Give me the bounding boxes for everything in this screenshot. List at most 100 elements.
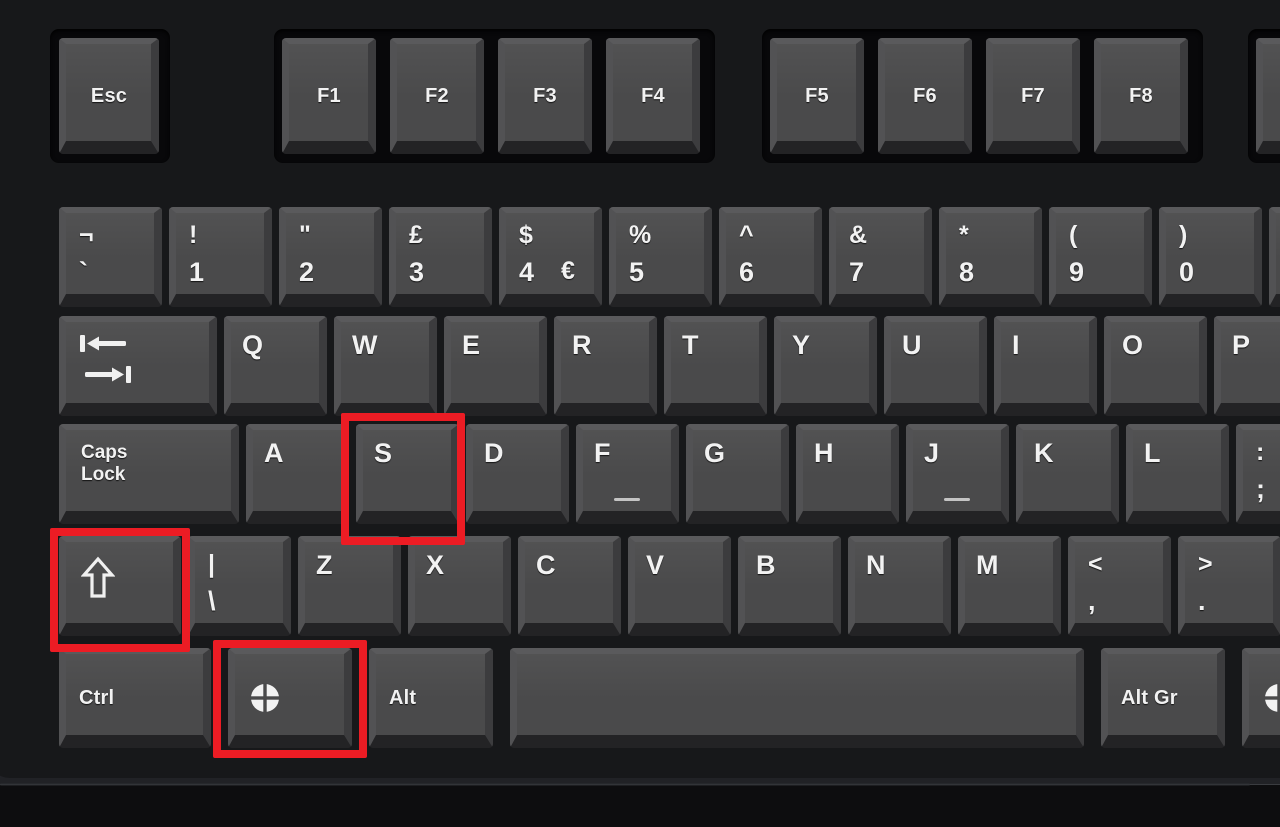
key-9-shifted-label: ( (1069, 221, 1078, 249)
key-backtick-base-label: ` (79, 257, 88, 287)
key-6[interactable]: ^ 6 (719, 207, 822, 307)
key-left-alt[interactable]: Alt (369, 648, 493, 748)
key-left-windows[interactable] (228, 648, 352, 748)
shift-arrow-icon (81, 556, 115, 598)
key-p[interactable]: P (1214, 316, 1280, 416)
key-comma-base-label: , (1088, 586, 1096, 616)
key-right-windows-cropped[interactable] (1242, 648, 1280, 748)
key-5-shifted-label: % (629, 221, 652, 249)
key-f9-cropped[interactable] (1256, 38, 1280, 154)
key-f-homing-bar (614, 498, 640, 501)
key-backslash-base-label: \ (208, 586, 216, 616)
key-9[interactable]: ( 9 (1049, 207, 1152, 307)
key-7-base-label: 7 (849, 257, 865, 287)
windows-icon (250, 683, 280, 713)
key-f[interactable]: F (576, 424, 679, 524)
key-backtick[interactable]: ¬ ` (59, 207, 162, 307)
key-4[interactable]: $ 4 € (499, 207, 602, 307)
key-4-altgr-label: € (561, 257, 575, 285)
key-caps-lock-label: Caps Lock (81, 442, 128, 485)
key-1-base-label: 1 (189, 257, 205, 287)
keyboard-lower-deck (0, 783, 1280, 827)
keyboard-device: Esc F1 F2 F3 F4 F5 F6 F7 F8 ¬ ` ! 1 " 2 … (0, 0, 1280, 827)
key-g[interactable]: G (686, 424, 789, 524)
key-t[interactable]: T (664, 316, 767, 416)
key-y[interactable]: Y (774, 316, 877, 416)
key-7-shifted-label: & (849, 221, 868, 249)
key-4-base-label: 4 (519, 257, 535, 287)
key-period-shifted-label: > (1198, 550, 1213, 578)
key-space[interactable] (510, 648, 1084, 748)
key-0-shifted-label: ) (1179, 221, 1188, 249)
key-s[interactable]: S (356, 424, 459, 524)
key-4-shifted-label: $ (519, 221, 533, 249)
key-m[interactable]: M (958, 536, 1061, 636)
key-u[interactable]: U (884, 316, 987, 416)
key-8[interactable]: * 8 (939, 207, 1042, 307)
key-e[interactable]: E (444, 316, 547, 416)
key-f6[interactable]: F6 (878, 38, 972, 154)
key-f8[interactable]: F8 (1094, 38, 1188, 154)
key-f5[interactable]: F5 (770, 38, 864, 154)
key-comma-shifted-label: < (1088, 550, 1103, 578)
key-h[interactable]: H (796, 424, 899, 524)
key-a[interactable]: A (246, 424, 349, 524)
key-f7[interactable]: F7 (986, 38, 1080, 154)
key-c[interactable]: C (518, 536, 621, 636)
key-o[interactable]: O (1104, 316, 1207, 416)
key-caps-lock[interactable]: Caps Lock (59, 424, 239, 524)
key-5-base-label: 5 (629, 257, 645, 287)
key-k[interactable]: K (1016, 424, 1119, 524)
key-backslash-shifted-label: | (208, 550, 215, 578)
key-j[interactable]: J (906, 424, 1009, 524)
key-b[interactable]: B (738, 536, 841, 636)
key-f1[interactable]: F1 (282, 38, 376, 154)
key-8-shifted-label: * (959, 221, 969, 249)
key-period[interactable]: > . (1178, 536, 1280, 636)
key-f2[interactable]: F2 (390, 38, 484, 154)
key-x[interactable]: X (408, 536, 511, 636)
key-semicolon-base-label: ; (1256, 474, 1265, 504)
key-1-shifted-label: ! (189, 221, 198, 249)
key-8-base-label: 8 (959, 257, 975, 287)
key-2-base-label: 2 (299, 257, 315, 287)
key-7[interactable]: & 7 (829, 207, 932, 307)
key-backslash[interactable]: | \ (188, 536, 291, 636)
key-semicolon-shifted-label: : (1256, 438, 1265, 466)
key-l[interactable]: L (1126, 424, 1229, 524)
key-r[interactable]: R (554, 316, 657, 416)
key-n[interactable]: N (848, 536, 951, 636)
key-f3[interactable]: F3 (498, 38, 592, 154)
key-2-shifted-label: " (299, 221, 311, 249)
key-q[interactable]: Q (224, 316, 327, 416)
key-left-ctrl[interactable]: Ctrl (59, 648, 211, 748)
key-5[interactable]: % 5 (609, 207, 712, 307)
key-6-base-label: 6 (739, 257, 755, 287)
key-3-base-label: 3 (409, 257, 425, 287)
key-semicolon[interactable]: : ; (1236, 424, 1280, 524)
key-i[interactable]: I (994, 316, 1097, 416)
key-tab[interactable] (59, 316, 217, 416)
key-d[interactable]: D (466, 424, 569, 524)
key-f4[interactable]: F4 (606, 38, 700, 154)
key-1[interactable]: ! 1 (169, 207, 272, 307)
key-3-shifted-label: £ (409, 221, 423, 249)
key-j-homing-bar (944, 498, 970, 501)
key-v[interactable]: V (628, 536, 731, 636)
key-6-shifted-label: ^ (739, 221, 754, 249)
key-0[interactable]: ) 0 (1159, 207, 1262, 307)
key-period-base-label: . (1198, 586, 1206, 616)
key-2[interactable]: " 2 (279, 207, 382, 307)
key-9-base-label: 9 (1069, 257, 1085, 287)
tab-arrows-icon (80, 335, 131, 383)
key-0-base-label: 0 (1179, 257, 1195, 287)
windows-icon (1264, 683, 1280, 713)
key-comma[interactable]: < , (1068, 536, 1171, 636)
key-z[interactable]: Z (298, 536, 401, 636)
key-alt-gr[interactable]: Alt Gr (1101, 648, 1225, 748)
key-esc[interactable]: Esc (59, 38, 159, 154)
key-w[interactable]: W (334, 316, 437, 416)
key-3[interactable]: £ 3 (389, 207, 492, 307)
key-left-shift[interactable] (59, 536, 181, 636)
key-minus-cropped[interactable] (1269, 207, 1280, 307)
